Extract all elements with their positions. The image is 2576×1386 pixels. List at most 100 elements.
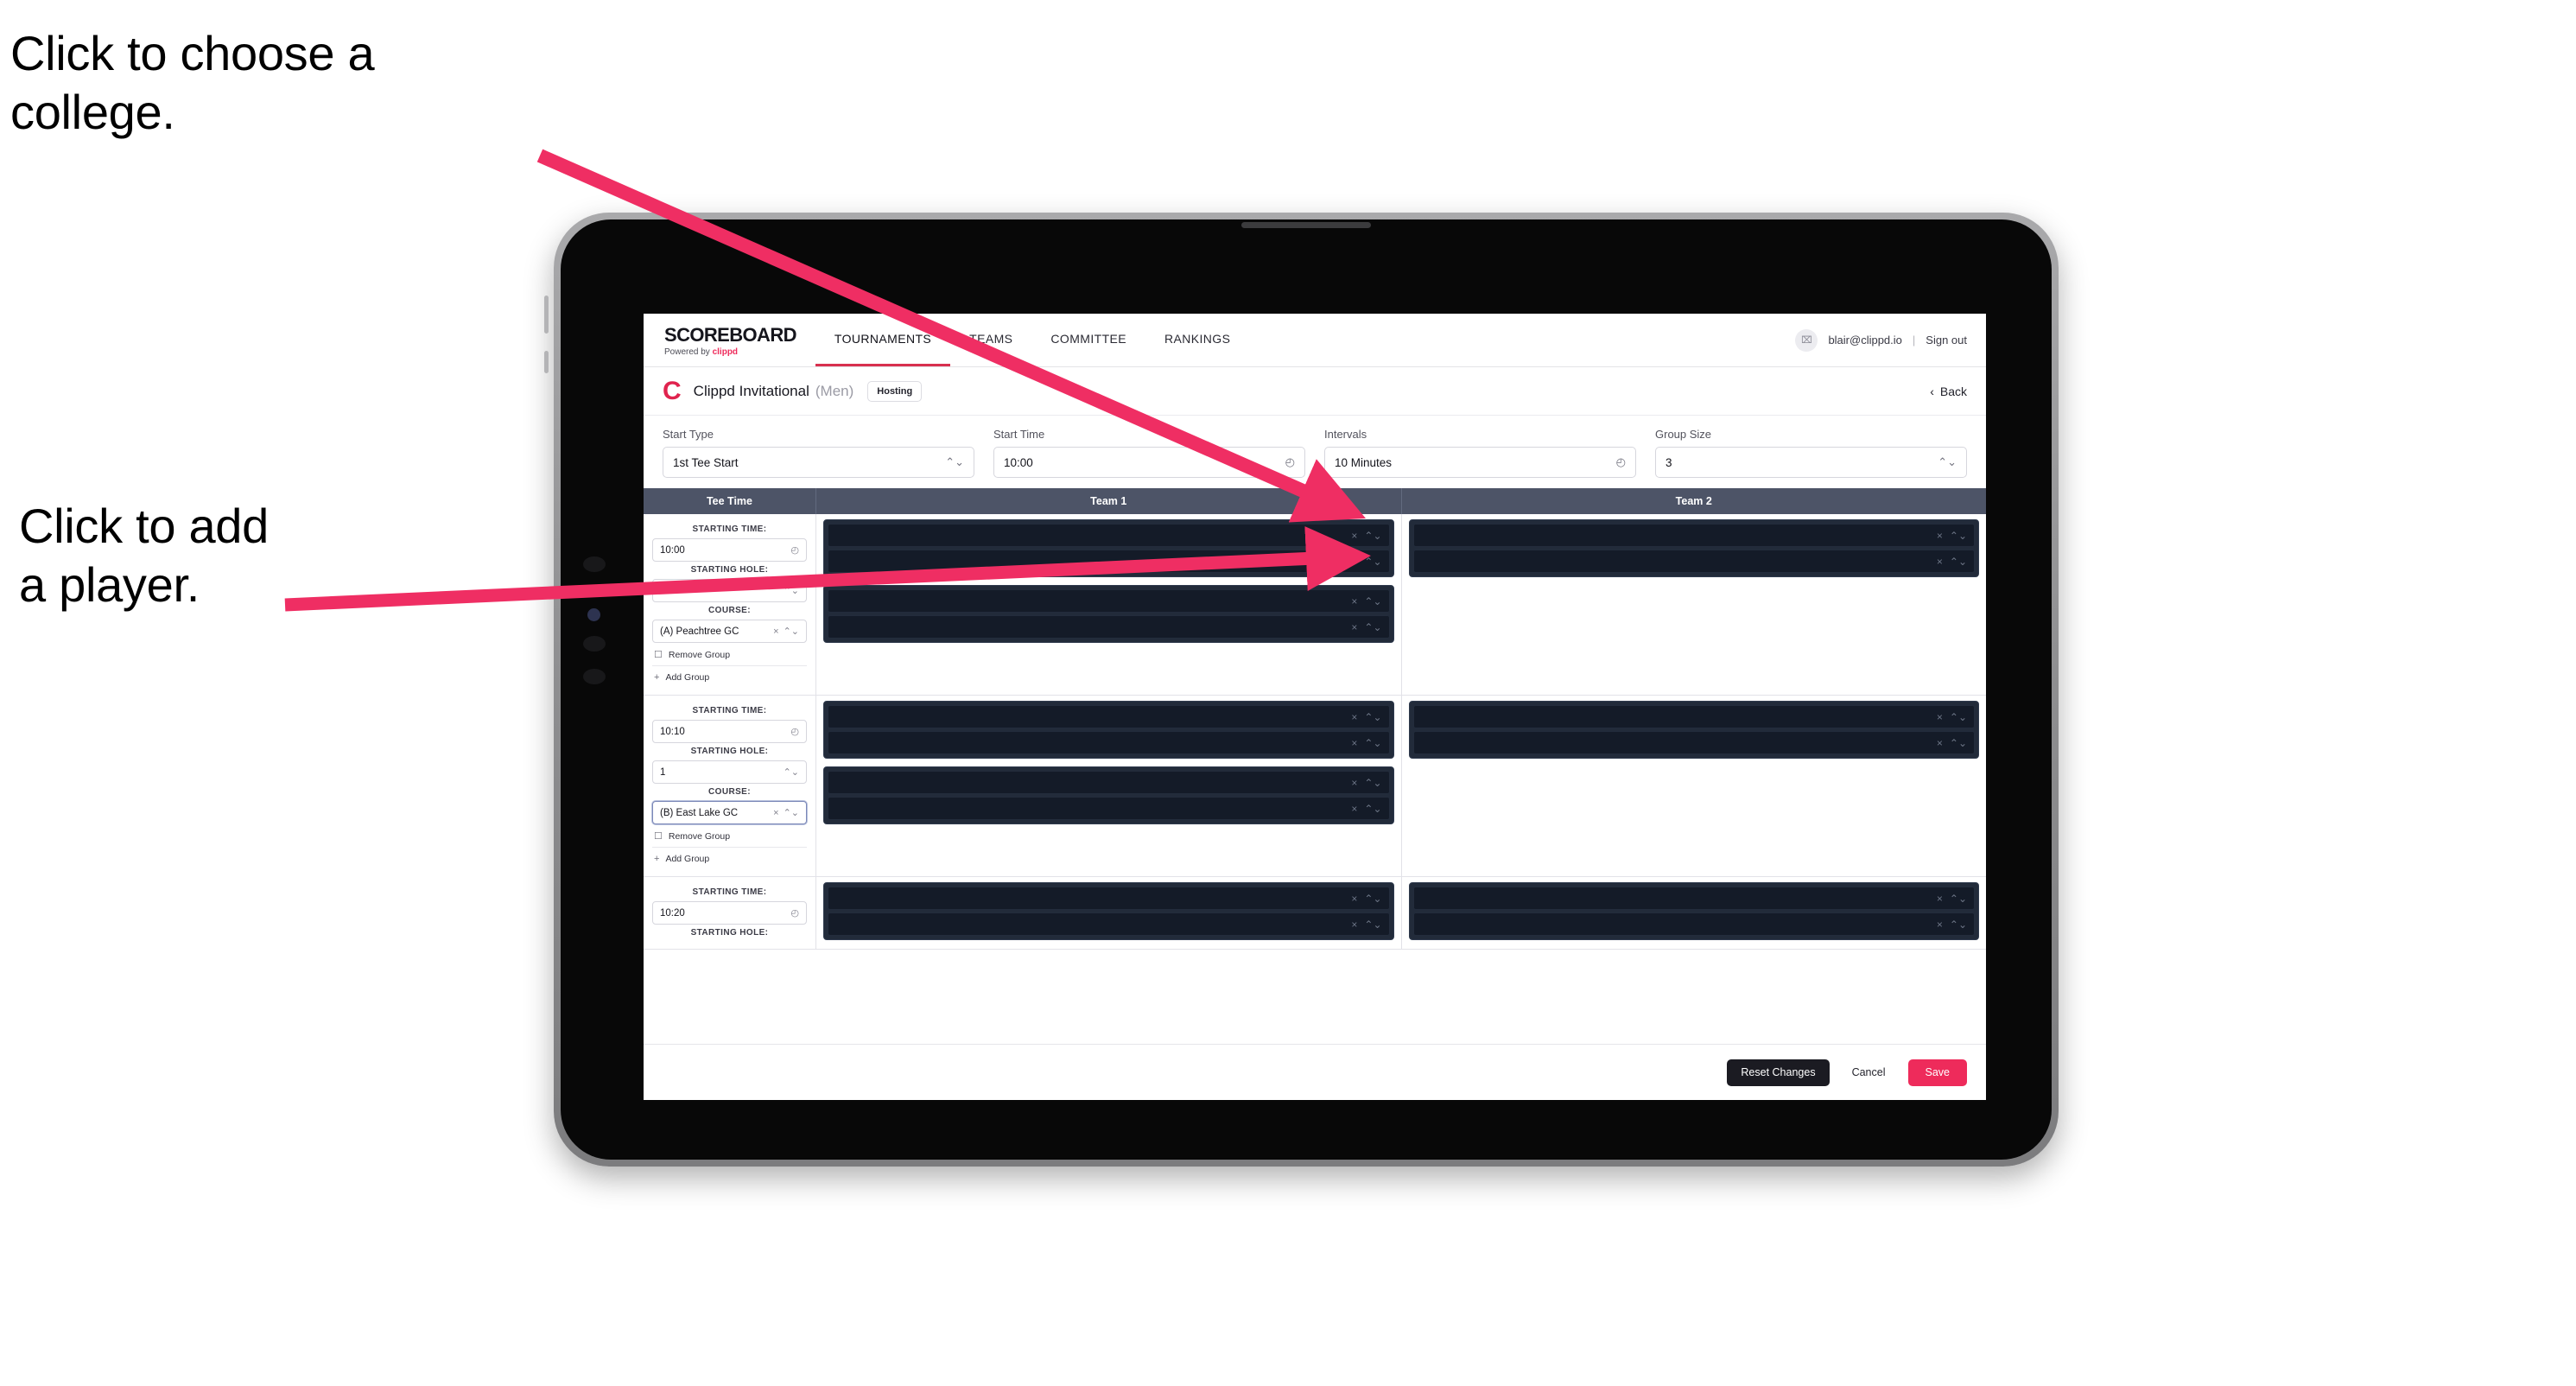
- add-group-button[interactable]: + Add Group: [652, 666, 807, 688]
- clear-icon[interactable]: ×: [1351, 595, 1357, 607]
- field-intervals: Intervals 10 Minutes ◴: [1324, 428, 1636, 478]
- stepper-icon[interactable]: ⌃⌄: [1950, 711, 1967, 723]
- back-label: Back: [1939, 384, 1967, 398]
- player-row[interactable]: × ⌃⌄: [1412, 524, 1975, 547]
- stepper-icon[interactable]: ⌃⌄: [1950, 919, 1967, 931]
- clear-icon[interactable]: ×: [1351, 621, 1357, 633]
- avatar[interactable]: ⌧: [1795, 328, 1818, 352]
- stepper-icon[interactable]: ⌃⌄: [1364, 595, 1381, 607]
- clock-icon[interactable]: ◴: [1616, 455, 1626, 469]
- player-row[interactable]: × ⌃⌄: [828, 589, 1390, 613]
- clear-icon[interactable]: ×: [1937, 711, 1943, 723]
- group-size-select[interactable]: 3 ⌃⌄: [1655, 447, 1967, 478]
- starting-time-input[interactable]: 10:10 ◴: [652, 720, 807, 743]
- player-row[interactable]: × ⌃⌄: [1412, 887, 1975, 910]
- intervals-input[interactable]: 10 Minutes ◴: [1324, 447, 1636, 478]
- player-row[interactable]: × ⌃⌄: [828, 550, 1390, 573]
- add-group-button[interactable]: + Add Group: [652, 848, 807, 869]
- nav-tab-teams[interactable]: TEAMS: [950, 314, 1031, 366]
- player-row-icons: × ⌃⌄: [1351, 777, 1381, 789]
- stepper-icon[interactable]: ⌃⌄: [1364, 737, 1381, 749]
- back-button[interactable]: ‹ Back: [1930, 385, 1967, 398]
- starting-time-input[interactable]: 10:00 ◴: [652, 538, 807, 562]
- start-type-select[interactable]: 1st Tee Start ⌃⌄: [663, 447, 974, 478]
- clear-icon[interactable]: ×: [1937, 737, 1943, 749]
- player-row[interactable]: × ⌃⌄: [828, 731, 1390, 754]
- clear-icon[interactable]: ×: [1351, 556, 1357, 568]
- player-row[interactable]: × ⌃⌄: [828, 797, 1390, 820]
- volume-up-button[interactable]: [544, 296, 549, 334]
- clear-icon[interactable]: ×: [1351, 737, 1357, 749]
- brand-logo[interactable]: SCOREBOARD Powered by clippd: [644, 314, 815, 366]
- nav-tab-rankings[interactable]: RANKINGS: [1145, 314, 1249, 366]
- starting-hole-input[interactable]: 1 ⌃⌄: [652, 579, 807, 602]
- stepper-icon[interactable]: ⌃⌄: [1950, 530, 1967, 542]
- annotation-choose-college: Click to choose a college.: [10, 26, 375, 140]
- nav-tab-tournaments[interactable]: TOURNAMENTS: [815, 314, 951, 366]
- stepper-icon[interactable]: ⌃⌄: [784, 807, 799, 818]
- clock-icon[interactable]: ◴: [790, 907, 799, 919]
- remove-group-button[interactable]: ☐ Remove Group: [652, 643, 807, 666]
- stepper-icon[interactable]: ⌃⌄: [1950, 556, 1967, 568]
- stepper-icon[interactable]: ⌃⌄: [1364, 777, 1381, 789]
- clock-icon[interactable]: ◴: [1285, 455, 1295, 469]
- nav-tab-committee[interactable]: COMMITTEE: [1031, 314, 1145, 366]
- stepper-icon[interactable]: ⌃⌄: [1364, 556, 1381, 568]
- player-row[interactable]: × ⌃⌄: [828, 887, 1390, 910]
- starting-time-input[interactable]: 10:20 ◴: [652, 901, 807, 925]
- save-button[interactable]: Save: [1907, 1059, 1967, 1086]
- clock-icon[interactable]: ◴: [790, 544, 799, 556]
- course-select[interactable]: (A) Peachtree GC × ⌃⌄: [652, 620, 807, 643]
- clear-icon[interactable]: ×: [1351, 919, 1357, 931]
- clear-icon[interactable]: ×: [1351, 893, 1357, 905]
- table-row: STARTING TIME: 10:00 ◴ STARTING HOLE: 1 …: [644, 514, 1986, 696]
- clear-icon[interactable]: ×: [1937, 530, 1943, 542]
- stepper-icon[interactable]: ⌃⌄: [1364, 893, 1381, 905]
- course-select[interactable]: (B) East Lake GC × ⌃⌄: [652, 801, 807, 824]
- stepper-icon[interactable]: ⌃⌄: [1950, 737, 1967, 749]
- stepper-icon[interactable]: ⌃⌄: [1938, 455, 1957, 469]
- cancel-button[interactable]: Cancel: [1842, 1059, 1896, 1086]
- stepper-icon[interactable]: ⌃⌄: [1950, 893, 1967, 905]
- stepper-icon[interactable]: ⌃⌄: [1364, 621, 1381, 633]
- player-row[interactable]: × ⌃⌄: [1412, 550, 1975, 573]
- add-group-label: Add Group: [665, 854, 710, 864]
- sign-out-link[interactable]: Sign out: [1926, 334, 1967, 346]
- stepper-icon[interactable]: ⌃⌄: [1364, 530, 1381, 542]
- player-row[interactable]: × ⌃⌄: [1412, 912, 1975, 936]
- table-header: Tee Time Team 1 Team 2: [644, 488, 1986, 514]
- clear-icon[interactable]: ×: [1937, 919, 1943, 931]
- start-time-input[interactable]: 10:00 ◴: [993, 447, 1305, 478]
- stepper-icon[interactable]: ⌃⌄: [784, 766, 799, 778]
- stepper-icon[interactable]: ⌃⌄: [784, 626, 799, 637]
- player-row[interactable]: × ⌃⌄: [1412, 731, 1975, 754]
- remove-group-button[interactable]: ☐ Remove Group: [652, 824, 807, 848]
- clear-icon[interactable]: ×: [773, 626, 778, 637]
- clock-icon[interactable]: ◴: [790, 726, 799, 737]
- clear-icon[interactable]: ×: [1937, 556, 1943, 568]
- course-value: (B) East Lake GC: [660, 807, 739, 818]
- player-row[interactable]: × ⌃⌄: [828, 524, 1390, 547]
- stepper-icon[interactable]: ⌃⌄: [784, 585, 799, 596]
- player-row[interactable]: × ⌃⌄: [828, 705, 1390, 728]
- player-row[interactable]: × ⌃⌄: [828, 912, 1390, 936]
- trash-icon: ☐: [654, 831, 663, 842]
- clear-icon[interactable]: ×: [773, 808, 778, 818]
- player-row[interactable]: × ⌃⌄: [828, 615, 1390, 639]
- stepper-icon[interactable]: ⌃⌄: [945, 455, 964, 469]
- stepper-icon[interactable]: ⌃⌄: [1364, 803, 1381, 815]
- player-row[interactable]: × ⌃⌄: [1412, 705, 1975, 728]
- clear-icon[interactable]: ×: [1351, 711, 1357, 723]
- player-row[interactable]: × ⌃⌄: [828, 771, 1390, 794]
- plus-icon: +: [654, 672, 660, 683]
- clear-icon[interactable]: ×: [1937, 893, 1943, 905]
- clear-icon[interactable]: ×: [1351, 803, 1357, 815]
- reset-changes-button[interactable]: Reset Changes: [1727, 1059, 1830, 1086]
- clear-icon[interactable]: ×: [1351, 530, 1357, 542]
- clear-icon[interactable]: ×: [1351, 777, 1357, 789]
- starting-hole-input[interactable]: 1 ⌃⌄: [652, 760, 807, 784]
- volume-down-button[interactable]: [544, 351, 549, 373]
- stepper-icon[interactable]: ⌃⌄: [1364, 711, 1381, 723]
- table-body[interactable]: STARTING TIME: 10:00 ◴ STARTING HOLE: 1 …: [644, 514, 1986, 1045]
- stepper-icon[interactable]: ⌃⌄: [1364, 919, 1381, 931]
